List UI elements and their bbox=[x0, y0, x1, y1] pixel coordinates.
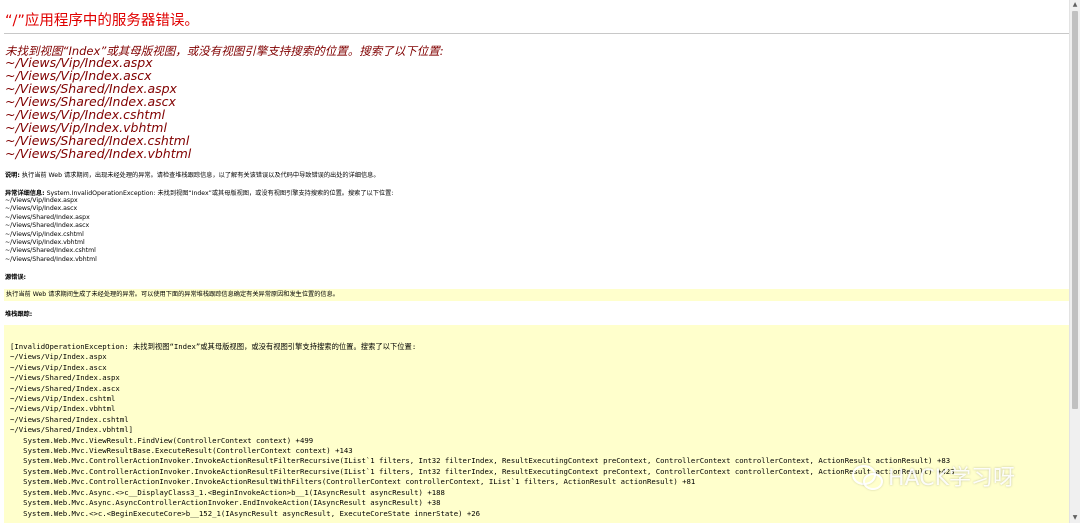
stack-line: ~/Views/Shared/Index.ascx bbox=[10, 383, 120, 393]
watermark: HACK学习呀 bbox=[852, 458, 1015, 494]
wechat-icon bbox=[852, 463, 883, 490]
exception-paths-list: ~/Views/Vip/Index.aspx ~/Views/Vip/Index… bbox=[5, 197, 97, 264]
divider bbox=[4, 33, 1070, 34]
stack-line: System.Web.Mvc.ViewResultBase.ExecuteRes… bbox=[10, 446, 353, 456]
searched-paths-list: ~/Views/Vip/Index.aspx ~/Views/Vip/Index… bbox=[5, 56, 191, 160]
stack-line: ~/Views/Shared/Index.vbhtml] bbox=[10, 425, 134, 435]
exception-path: ~/Views/Vip/Index.cshtml bbox=[5, 230, 84, 238]
stack-line: System.Web.Mvc.<>c.<BeginExecuteCore>b__… bbox=[10, 508, 481, 518]
exception-path: ~/Views/Shared/Index.ascx bbox=[5, 222, 90, 230]
stack-line: System.Web.Mvc.ControllerActionInvoker.I… bbox=[10, 477, 696, 487]
vertical-scrollbar[interactable]: ▲ ▼ bbox=[1069, 0, 1080, 523]
stack-line: ~/Views/Vip/Index.cshtml bbox=[10, 394, 116, 404]
stack-line: ~/Views/Vip/Index.aspx bbox=[10, 352, 107, 362]
scroll-up-arrow-icon[interactable]: ▲ bbox=[1070, 0, 1080, 10]
exception-path: ~/Views/Vip/Index.aspx bbox=[5, 197, 78, 204]
exception-path: ~/Views/Vip/Index.vbhtml bbox=[5, 239, 85, 247]
stack-line: System.Web.Mvc.Async.<>c__DisplayClass3_… bbox=[10, 487, 445, 497]
stack-line: System.Web.Mvc.Async.AsyncControllerActi… bbox=[10, 498, 441, 508]
stack-line: [InvalidOperationException: 未找到视图“Index”… bbox=[10, 342, 417, 351]
exception-path: ~/Views/Shared/Index.cshtml bbox=[5, 247, 96, 255]
description: 说明: 执行当前 Web 请求期间，出现未经处理的异常。请检查堆栈跟踪信息，以了… bbox=[5, 170, 380, 179]
exception-path: ~/Views/Vip/Index.ascx bbox=[5, 205, 78, 213]
exception-path: ~/Views/Shared/Index.vbhtml bbox=[5, 255, 97, 263]
source-error-box: 执行当前 Web 请求期间生成了未经处理的异常。可以使用下面的异常堆栈跟踪信息确… bbox=[4, 289, 1070, 301]
stack-line: System.Web.Mvc.ViewResult.FindView(Contr… bbox=[10, 435, 314, 445]
exception-label: 异常详细信息: bbox=[5, 190, 45, 197]
searched-path: ~/Views/Shared/Index.vbhtml bbox=[5, 146, 192, 161]
error-page: “/”应用程序中的服务器错误。 未找到视图“Index”或其母版视图，或没有视图… bbox=[0, 0, 1070, 523]
stack-line: ~/Views/Vip/Index.vbhtml bbox=[10, 404, 116, 414]
watermark-text: HACK学习呀 bbox=[888, 466, 1015, 491]
stack-trace-label: 堆栈跟踪: bbox=[5, 311, 33, 318]
exception-text: System.InvalidOperationException: 未找到视图“… bbox=[44, 190, 394, 197]
scroll-down-arrow-icon[interactable]: ▼ bbox=[1070, 513, 1080, 523]
stack-line: System.Web.Mvc.ControllerActionInvoker.I… bbox=[10, 466, 955, 476]
exception-details: 异常详细信息: System.InvalidOperationException… bbox=[5, 188, 393, 197]
source-error-heading: 源错误: bbox=[5, 272, 26, 281]
scrollbar-thumb[interactable] bbox=[1072, 11, 1078, 409]
stack-trace-lines: [InvalidOperationException: 未找到视图“Index”… bbox=[10, 342, 955, 519]
stack-line: ~/Views/Shared/Index.cshtml bbox=[10, 414, 129, 424]
stack-trace-heading: 堆栈跟踪: bbox=[5, 309, 32, 318]
stack-line: ~/Views/Vip/Index.ascx bbox=[10, 362, 107, 372]
stack-line: System.Web.Mvc.ControllerActionInvoker.I… bbox=[10, 456, 951, 466]
source-error-label: 源错误: bbox=[5, 274, 27, 281]
exception-path: ~/Views/Shared/Index.aspx bbox=[5, 213, 90, 221]
page-title: “/”应用程序中的服务器错误。 bbox=[5, 13, 199, 29]
description-text: 执行当前 Web 请求期间，出现未经处理的异常。请检查堆栈跟踪信息，以了解有关该… bbox=[19, 172, 380, 179]
stack-line: ~/Views/Shared/Index.aspx bbox=[10, 373, 120, 383]
description-label: 说明: bbox=[5, 172, 20, 179]
